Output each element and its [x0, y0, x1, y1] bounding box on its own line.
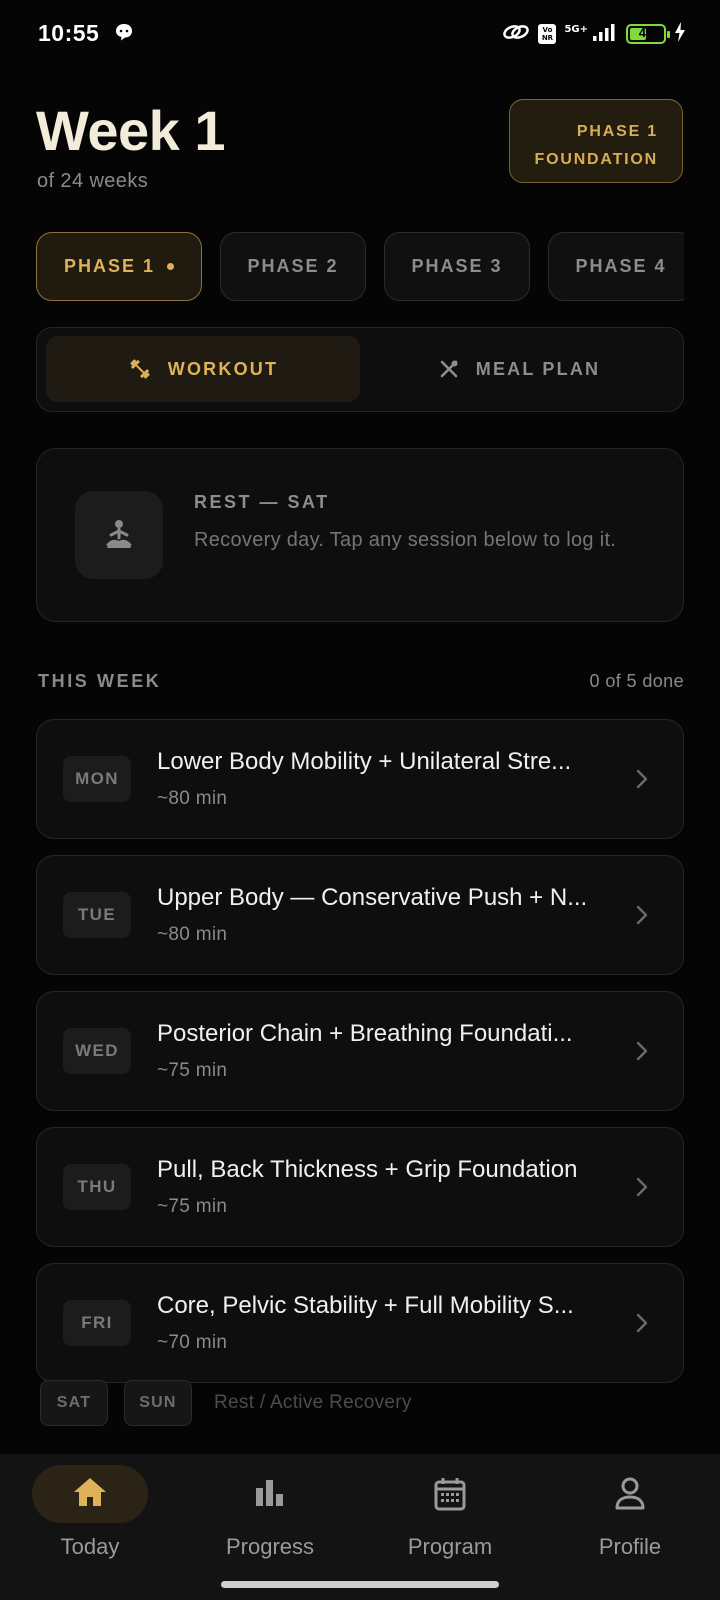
rest-description: Recovery day. Tap any session below to l…	[194, 529, 617, 551]
current-phase-badge: PHASE 1 FOUNDATION	[509, 99, 683, 183]
rest-day-card: REST — SAT Recovery day. Tap any session…	[36, 448, 684, 622]
phase-badge-line1: PHASE 1	[576, 123, 658, 140]
session-duration: ~80 min	[157, 924, 228, 945]
session-title: Posterior Chain + Breathing Foundati...	[157, 1020, 573, 1047]
utensils-icon	[440, 360, 458, 378]
status-icons: Vo NR 5G+ 49	[502, 20, 686, 48]
tab-phase-1[interactable]: PHASE 1	[36, 232, 202, 301]
workout-meal-toggle: WORKOUT MEAL PLAN	[36, 327, 684, 412]
network-type: 5G+	[564, 24, 588, 35]
meal-plan-tab[interactable]: MEAL PLAN	[362, 336, 676, 402]
day-chip-sat: SAT	[40, 1380, 108, 1426]
session-title: Core, Pelvic Stability + Full Mobility S…	[157, 1292, 574, 1319]
tab-phase-4[interactable]: PHASE 4	[548, 232, 684, 301]
chevron-right-icon	[635, 1176, 649, 1203]
session-duration: ~80 min	[157, 788, 228, 809]
battery-icon: 49	[626, 24, 670, 44]
chevron-right-icon	[635, 1040, 649, 1067]
active-dot-icon	[167, 263, 175, 270]
session-card-wed[interactable]: WED Posterior Chain + Breathing Foundati…	[36, 991, 684, 1111]
session-duration: ~75 min	[157, 1060, 228, 1081]
completion-count: 0 of 5 done	[589, 671, 684, 691]
workout-tab[interactable]: WORKOUT	[46, 336, 360, 402]
tab-label: PHASE 4	[575, 256, 667, 276]
tab-label: PHASE 3	[411, 256, 503, 276]
session-card-thu[interactable]: THU Pull, Back Thickness + Grip Foundati…	[36, 1127, 684, 1247]
nav-label: Today	[60, 1534, 120, 1559]
home-icon	[0, 1476, 180, 1508]
tab-label: PHASE 2	[247, 256, 339, 276]
weekend-note: Rest / Active Recovery	[214, 1392, 412, 1413]
week-subtitle: of 24 weeks	[37, 170, 149, 192]
nav-today[interactable]: Today	[0, 1454, 180, 1584]
session-title: Upper Body — Conservative Push + N...	[157, 884, 588, 911]
link-icon	[502, 21, 530, 48]
status-bar: 10:55 Vo NR 5G+ 49	[0, 0, 720, 68]
vonr-badge: Vo NR	[538, 24, 557, 44]
tab-label: PHASE 1	[63, 256, 156, 276]
tab-phase-2[interactable]: PHASE 2	[220, 232, 366, 301]
signal-icon	[592, 22, 618, 47]
day-chip: THU	[63, 1164, 131, 1210]
nav-profile[interactable]: Profile	[540, 1454, 720, 1584]
nav-label: Progress	[225, 1534, 315, 1559]
status-time: 10:55	[38, 20, 100, 46]
battery-level: 49	[638, 25, 654, 40]
day-chip: WED	[63, 1028, 131, 1074]
chevron-right-icon	[635, 1312, 649, 1339]
nav-progress[interactable]: Progress	[180, 1454, 360, 1584]
person-icon	[540, 1476, 720, 1510]
day-chip-sun: SUN	[124, 1380, 192, 1426]
charging-bolt-icon	[674, 21, 686, 47]
meal-plan-label: MEAL PLAN	[475, 358, 601, 379]
session-title: Pull, Back Thickness + Grip Foundation	[157, 1156, 578, 1183]
rest-title: REST — SAT	[194, 492, 330, 512]
page-title: Week 1	[36, 99, 225, 162]
day-chip: MON	[63, 756, 131, 802]
tab-phase-3[interactable]: PHASE 3	[384, 232, 530, 301]
home-indicator[interactable]	[221, 1581, 499, 1588]
nav-label: Program	[407, 1534, 493, 1559]
day-chip: TUE	[63, 892, 131, 938]
section-heading: THIS WEEK	[38, 671, 162, 691]
meditation-icon	[75, 491, 163, 579]
chat-bubble-icon	[114, 22, 134, 47]
session-duration: ~70 min	[157, 1332, 228, 1353]
nav-program[interactable]: Program	[360, 1454, 540, 1584]
phase-badge-line2: FOUNDATION	[534, 151, 658, 168]
chevron-right-icon	[635, 904, 649, 931]
workout-label: WORKOUT	[167, 358, 279, 379]
session-duration: ~75 min	[157, 1196, 228, 1217]
dumbbell-icon	[130, 359, 150, 379]
session-card-fri[interactable]: FRI Core, Pelvic Stability + Full Mobili…	[36, 1263, 684, 1383]
session-title: Lower Body Mobility + Unilateral Stre...	[157, 748, 572, 775]
session-card-tue[interactable]: TUE Upper Body — Conservative Push + N..…	[36, 855, 684, 975]
phase-tabs: PHASE 1 PHASE 2 PHASE 3 PHASE 4	[36, 231, 684, 303]
session-card-mon[interactable]: MON Lower Body Mobility + Unilateral Str…	[36, 719, 684, 839]
calendar-icon	[360, 1476, 540, 1512]
day-chip: FRI	[63, 1300, 131, 1346]
weekend-row: SAT SUN Rest / Active Recovery	[40, 1380, 412, 1426]
bottom-navigation: Today Progress Program Profile	[0, 1454, 720, 1600]
chevron-right-icon	[635, 768, 649, 795]
bar-chart-icon	[180, 1476, 360, 1508]
nav-label: Profile	[598, 1534, 662, 1559]
